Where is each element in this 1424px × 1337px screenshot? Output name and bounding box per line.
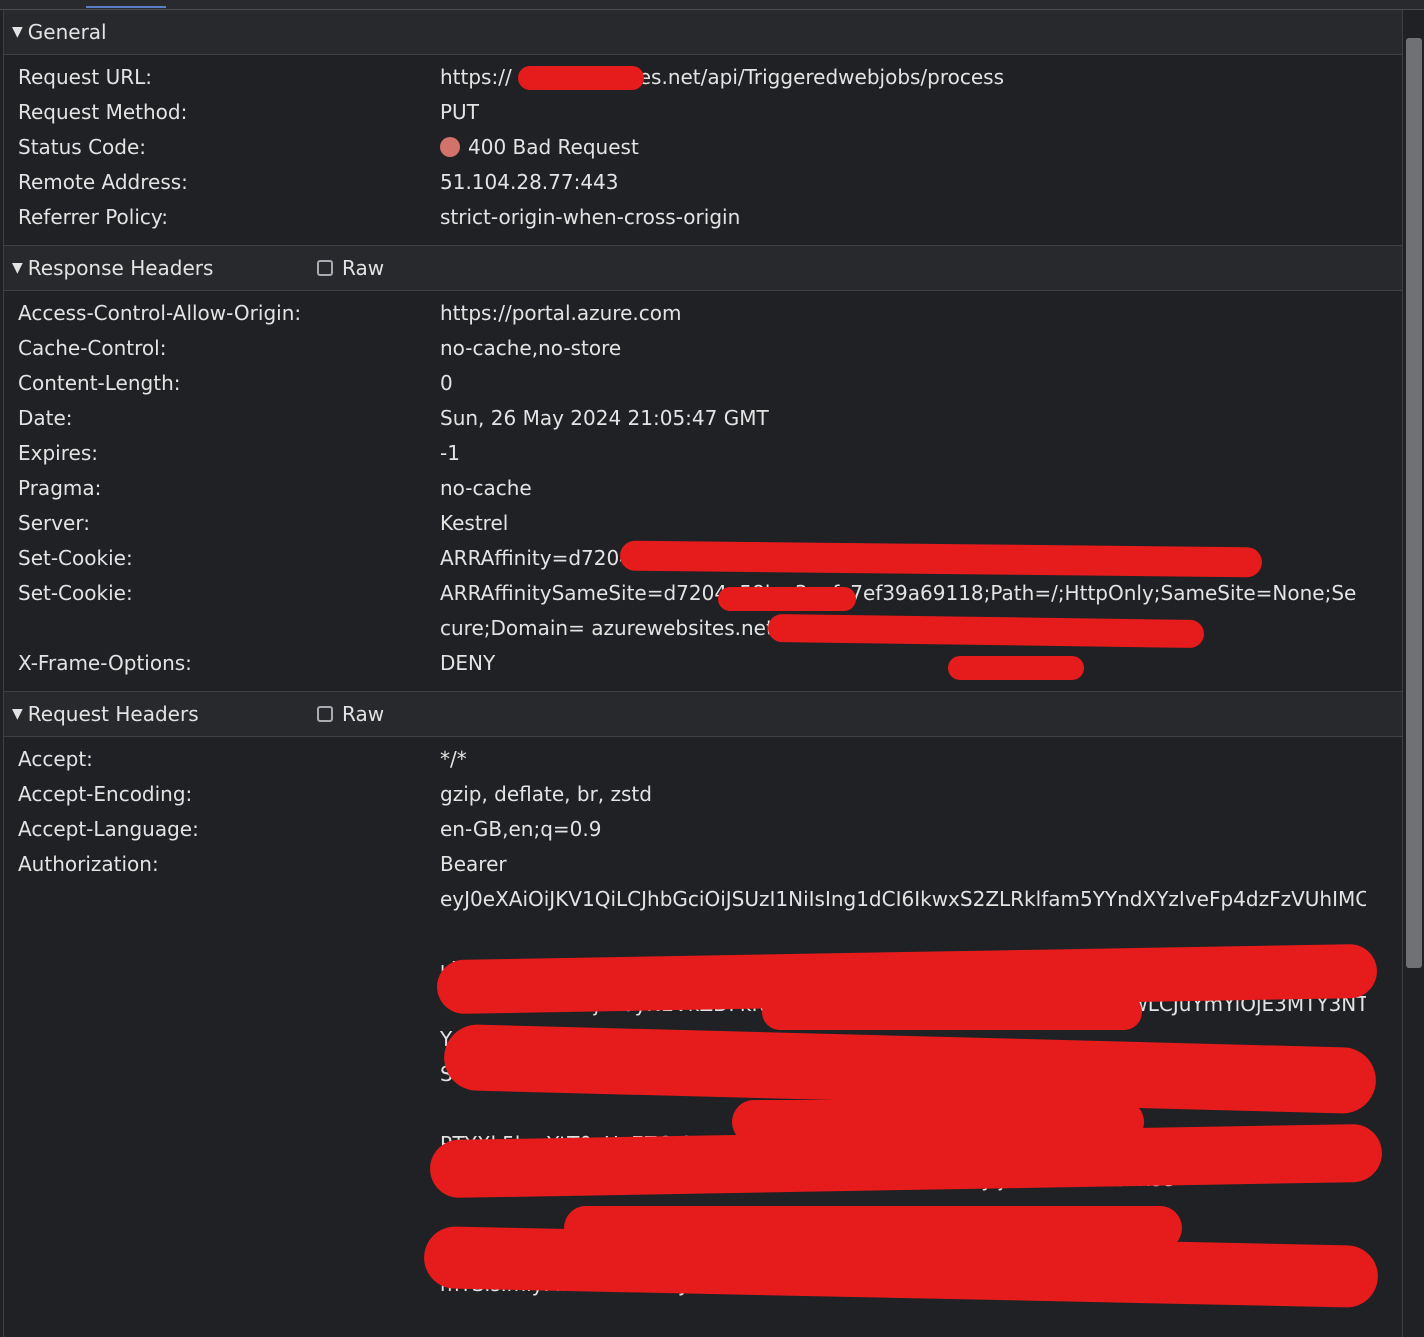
- empty-key-cell: [4, 1162, 440, 1197]
- request-headers-toggle[interactable]: ▼ Request Headers: [12, 692, 199, 736]
- header-name: Authorization:: [18, 852, 159, 876]
- header-row: Referrer Policy: strict-origin-when-cross…: [4, 200, 1402, 235]
- header-name: Pragma:: [18, 476, 102, 500]
- header-row: Pragma: no-cache: [4, 471, 1402, 506]
- header-name: Status Code:: [18, 135, 147, 159]
- header-value: no-cache: [440, 476, 532, 500]
- empty-key-cell: [4, 1092, 440, 1127]
- header-value: no-cache,no-store: [440, 336, 622, 360]
- header-name: Request Method:: [18, 100, 188, 124]
- empty-key-cell: [4, 1057, 440, 1092]
- devtools-top-bar: [0, 0, 1424, 10]
- token-text: eyJ0eXAiOiJKV1QiLCJhbGciOiJSUzI1NiIsIng1…: [440, 887, 1366, 911]
- header-name: Access-Control-Allow-Origin:: [18, 301, 302, 325]
- header-value: Sun, 26 May 2024 21:05:47 GMT: [440, 406, 769, 430]
- header-row: Accept-Encoding: gzip, deflate, br, zstd: [4, 777, 1402, 812]
- header-value: DENY: [440, 651, 496, 675]
- raw-checkbox[interactable]: [317, 260, 333, 276]
- response-headers-toggle[interactable]: ▼ Response Headers: [12, 246, 213, 290]
- empty-key-cell: [4, 882, 440, 917]
- empty-key-cell: [4, 1197, 440, 1232]
- empty-key-cell: [4, 917, 440, 952]
- request-headers-section-header[interactable]: ▼ Request Headers Raw: [4, 691, 1402, 737]
- header-row: Server: Kestrel: [4, 506, 1402, 541]
- header-row: Authorization: Bearer: [4, 847, 1402, 882]
- header-value: 400 Bad Request: [440, 130, 1366, 165]
- header-row: Status Code: 400 Bad Request: [4, 130, 1402, 165]
- header-name: Server:: [18, 511, 90, 535]
- header-value: 0: [440, 371, 453, 395]
- empty-key-cell: [4, 987, 440, 1022]
- response-raw-toggle[interactable]: Raw: [317, 246, 384, 290]
- header-name: Set-Cookie:: [18, 546, 133, 570]
- general-title: General: [27, 20, 107, 44]
- header-row: Date: Sun, 26 May 2024 21:05:47 GMT: [4, 401, 1402, 436]
- header-name: Date:: [18, 406, 73, 430]
- header-row: Request Method: PUT: [4, 95, 1402, 130]
- header-row: Request URL: https:// azurewebsites.net/a…: [4, 60, 1402, 95]
- status-error-dot-icon: [440, 137, 460, 157]
- collapse-triangle-icon: ▼: [12, 260, 23, 276]
- response-headers-title: Response Headers: [27, 256, 214, 280]
- vertical-scrollbar[interactable]: [1402, 10, 1424, 1337]
- empty-key-cell: [4, 1127, 440, 1162]
- header-name: Set-Cookie:: [18, 581, 133, 605]
- empty-key-cell: [4, 1022, 440, 1057]
- redaction-mark: [518, 66, 644, 90]
- redaction-mark: [948, 656, 1084, 680]
- header-name: Accept-Encoding:: [18, 782, 193, 806]
- header-value: https://portal.azure.com: [440, 301, 682, 325]
- header-row: Accept: */*: [4, 742, 1402, 777]
- general-toggle[interactable]: ▼ General: [12, 10, 107, 54]
- scrollbar-thumb[interactable]: [1406, 38, 1422, 968]
- header-value: en-GB,en;q=0.9: [440, 817, 602, 841]
- header-row: X-Frame-Options: DENY: [4, 646, 1402, 681]
- header-value: -1: [440, 441, 460, 465]
- header-row: Content-Length: 0: [4, 366, 1402, 401]
- header-name: Content-Length:: [18, 371, 181, 395]
- empty-key-cell: [4, 1267, 440, 1302]
- empty-key-cell: [4, 952, 440, 987]
- header-row: Expires: -1: [4, 436, 1402, 471]
- header-name: X-Frame-Options:: [18, 651, 192, 675]
- raw-label: Raw: [342, 256, 385, 280]
- general-section-header[interactable]: ▼ General: [4, 10, 1402, 55]
- header-value: Bearer: [440, 852, 507, 876]
- header-value: strict-origin-when-cross-origin: [440, 205, 741, 229]
- header-value: Kestrel: [440, 511, 509, 535]
- header-value: gzip, deflate, br, zstd: [440, 782, 652, 806]
- active-tab-indicator: [86, 6, 166, 8]
- header-value: */*: [440, 747, 467, 771]
- response-headers-section-header[interactable]: ▼ Response Headers Raw: [4, 245, 1402, 291]
- header-name: Request URL:: [18, 65, 153, 89]
- redaction-mark: [762, 994, 1142, 1030]
- header-name: Referrer Policy:: [18, 205, 168, 229]
- raw-label: Raw: [342, 702, 385, 726]
- header-name: Remote Address:: [18, 170, 188, 194]
- header-row: Remote Address: 51.104.28.77:443: [4, 165, 1402, 200]
- empty-key-cell: [4, 1232, 440, 1267]
- header-name: Accept:: [18, 747, 93, 771]
- collapse-triangle-icon: ▼: [12, 706, 23, 722]
- header-value: 51.104.28.77:443: [440, 170, 619, 194]
- header-value: PUT: [440, 100, 479, 124]
- header-name: Cache-Control:: [18, 336, 167, 360]
- collapse-triangle-icon: ▼: [12, 24, 23, 40]
- redaction-mark: [718, 587, 856, 611]
- raw-checkbox[interactable]: [317, 706, 333, 722]
- header-row: Cache-Control: no-cache,no-store: [4, 331, 1402, 366]
- header-name: Expires:: [18, 441, 98, 465]
- request-headers-title: Request Headers: [27, 702, 199, 726]
- status-code-text: 400 Bad Request: [468, 135, 639, 159]
- authorization-token-line: eyJ0eXAiOiJKV1QiLCJhbGciOiJSUzI1NiIsIng1…: [4, 882, 1402, 917]
- header-row: Accept-Language: en-GB,en;q=0.9: [4, 812, 1402, 847]
- general-rows: Request URL: https:// azurewebsites.net/a…: [4, 55, 1402, 245]
- header-name: Accept-Language:: [18, 817, 199, 841]
- request-raw-toggle[interactable]: Raw: [317, 692, 384, 736]
- header-row: Access-Control-Allow-Origin: https://port…: [4, 296, 1402, 331]
